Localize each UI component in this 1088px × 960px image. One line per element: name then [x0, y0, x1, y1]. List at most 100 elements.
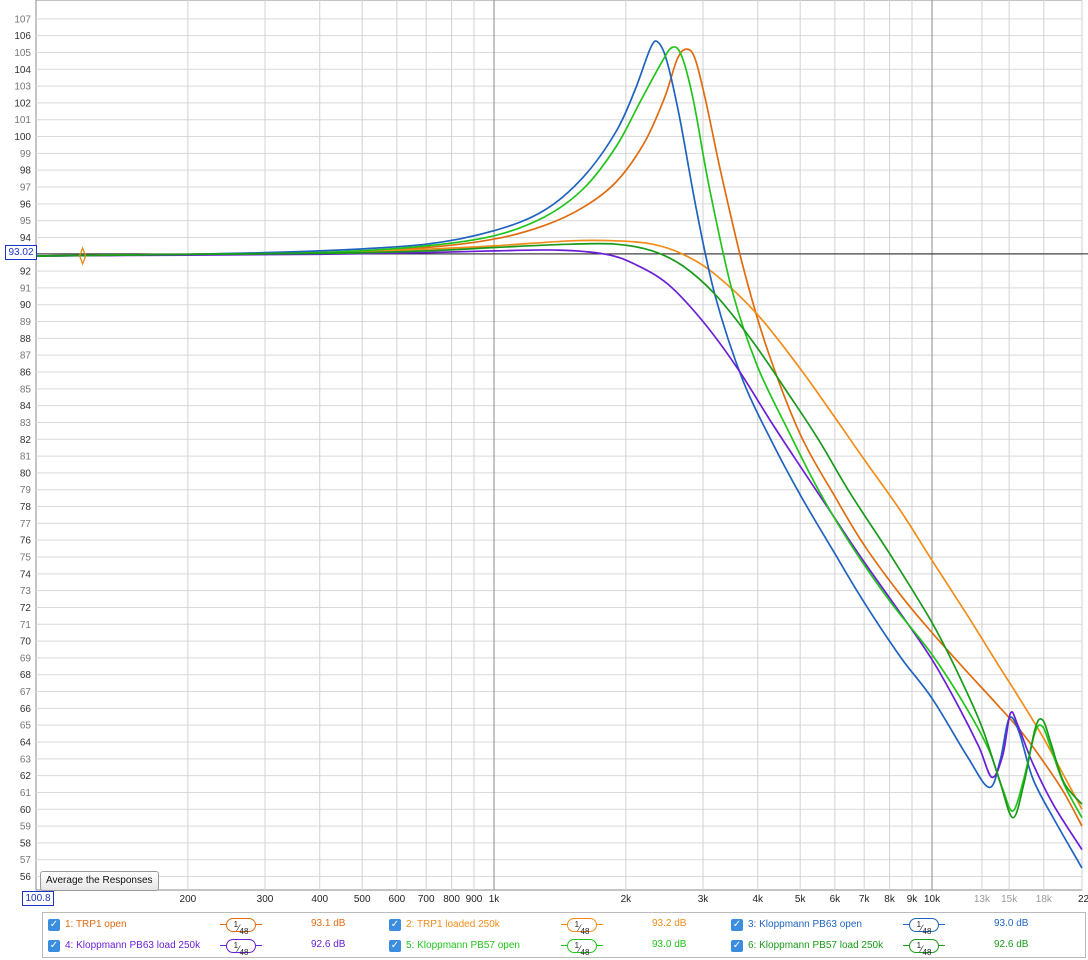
y-tick-label: 67 [20, 687, 32, 698]
legend-checkbox[interactable]: ✓ [48, 919, 60, 931]
y-tick-label: 92 [20, 267, 32, 278]
x-tick-label: 600 [389, 894, 406, 905]
y-tick-label: 57 [20, 855, 32, 866]
x-tick-label: 8k [884, 894, 896, 905]
y-tick-label: 73 [20, 586, 32, 597]
y-tick-label: 83 [20, 418, 32, 429]
y-tick-label: 70 [20, 637, 32, 648]
x-tick-label: 4k [752, 894, 764, 905]
x-tick-label: 300 [257, 894, 274, 905]
x-tick-label: 3k [698, 894, 710, 905]
legend-label: 5: Kloppmann PB57 open [406, 940, 520, 951]
legend-label: 2: TRP1 loaded 250k [406, 919, 500, 930]
smoothing-control[interactable]: 1⁄48 [903, 918, 945, 936]
y-tick-label: 103 [14, 82, 31, 93]
legend-label: 3: Kloppmann PB63 open [748, 919, 862, 930]
legend-checkbox[interactable]: ✓ [731, 940, 743, 952]
y-tick-label: 105 [14, 48, 31, 59]
y-tick-label: 74 [20, 569, 32, 580]
y-tick-label: 90 [20, 300, 32, 311]
x-tick-label: 13k [974, 894, 991, 905]
smoothing-control[interactable]: 1⁄48 [220, 918, 262, 936]
frequency-response-chart: 56 57 58 59 60 61 62 63 64 65 66 67 68 69 70 71 72 73 74 75… [14, 0, 1088, 905]
x-tick-label: 500 [354, 894, 371, 905]
y-tick-label: 89 [20, 317, 32, 328]
x-tick-label: 400 [311, 894, 328, 905]
y-tick-label: 94 [20, 233, 32, 244]
smoothing-control[interactable]: 1⁄48 [903, 939, 945, 957]
smoothing-control[interactable]: 1⁄48 [561, 939, 603, 957]
x-origin-readout[interactable]: 100.8 [22, 891, 54, 906]
y-tick-label: 100 [14, 132, 31, 143]
legend-level: 93.0 dB [652, 939, 687, 950]
y-tick-label: 81 [20, 452, 32, 463]
y-tick-label: 59 [20, 822, 32, 833]
y-tick-label: 56 [20, 872, 32, 883]
y-tick-label: 64 [20, 738, 32, 749]
legend-checkbox[interactable]: ✓ [389, 919, 401, 931]
y-tick-label: 106 [14, 31, 31, 42]
y-tick-label: 85 [20, 384, 32, 395]
x-tick-label: 900 [466, 894, 483, 905]
y-tick-label: 97 [20, 183, 32, 194]
smoothing-control[interactable]: 1⁄48 [561, 918, 603, 936]
y-tick-label: 60 [20, 805, 32, 816]
x-tick-label: 2k [621, 894, 633, 905]
legend-checkbox[interactable]: ✓ [48, 940, 60, 952]
legend-level: 93.0 dB [994, 918, 1029, 929]
legend-level: 93.1 dB [311, 918, 346, 929]
y-tick-label: 96 [20, 199, 32, 210]
y-tick-label: 82 [20, 435, 32, 446]
y-tick-label: 88 [20, 334, 32, 345]
x-tick-label: 10k [924, 894, 941, 905]
x-tick-label: 700 [418, 894, 435, 905]
legend-checkbox[interactable]: ✓ [389, 940, 401, 952]
y-tick-label: 104 [14, 65, 31, 76]
x-tick-label: 6k [830, 894, 842, 905]
x-tick-label: 800 [443, 894, 460, 905]
y-tick-label: 77 [20, 519, 32, 530]
cursor-level-readout[interactable]: 93.02 [5, 245, 37, 260]
y-axis: 56 57 58 59 60 61 62 63 64 65 66 67 68 69 70 71 72 73 74 75… [14, 14, 31, 883]
average-responses-button[interactable]: Average the Responses [40, 871, 159, 891]
plot-area [35, 0, 1083, 891]
legend-checkbox[interactable]: ✓ [731, 919, 743, 931]
y-tick-label: 76 [20, 536, 32, 547]
y-tick-label: 84 [20, 401, 32, 412]
y-tick-label: 75 [20, 553, 32, 564]
legend-label: 4: Kloppmann PB63 load 250k [65, 940, 201, 951]
y-tick-label: 72 [20, 603, 32, 614]
y-tick-label: 102 [14, 98, 31, 109]
y-tick-label: 62 [20, 771, 32, 782]
y-tick-label: 63 [20, 754, 32, 765]
y-tick-label: 86 [20, 368, 32, 379]
y-tick-label: 71 [20, 620, 32, 631]
legend-panel: ✓ 1: TRP1 open 1⁄48 93.1 dB ✓ 2: TRP1 loaded … [42, 912, 1086, 958]
legend-level: 93.2 dB [652, 918, 687, 929]
y-tick-label: 61 [20, 788, 32, 799]
y-tick-label: 80 [20, 468, 32, 479]
x-tick-label: 5k [795, 894, 807, 905]
smoothing-control[interactable]: 1⁄48 [220, 939, 262, 957]
y-tick-label: 78 [20, 502, 32, 513]
x-tick-label: 18k [1036, 894, 1053, 905]
x-tick-label: 22kHz [1078, 894, 1088, 905]
y-tick-label: 95 [20, 216, 32, 227]
x-tick-label: 1k [489, 894, 501, 905]
x-axis: 200 300 400 500 600 700 800 900 1k 2k 3k 4k 5k 6k 7k 8k… [180, 894, 1088, 905]
legend-label: 6: Kloppmann PB57 load 250k [748, 940, 884, 951]
y-tick-label: 91 [20, 283, 32, 294]
y-tick-label: 69 [20, 653, 32, 664]
y-tick-label: 98 [20, 166, 32, 177]
legend-label: 1: TRP1 open [65, 919, 127, 930]
y-tick-label: 99 [20, 149, 32, 160]
legend-level: 92.6 dB [311, 939, 346, 950]
x-tick-label: 7k [859, 894, 871, 905]
y-tick-label: 68 [20, 670, 32, 681]
y-tick-label: 101 [14, 115, 31, 126]
y-tick-label: 79 [20, 485, 32, 496]
y-tick-label: 66 [20, 704, 32, 715]
x-tick-label: 15k [1001, 894, 1018, 905]
y-tick-label: 58 [20, 838, 32, 849]
x-tick-label: 200 [180, 894, 197, 905]
